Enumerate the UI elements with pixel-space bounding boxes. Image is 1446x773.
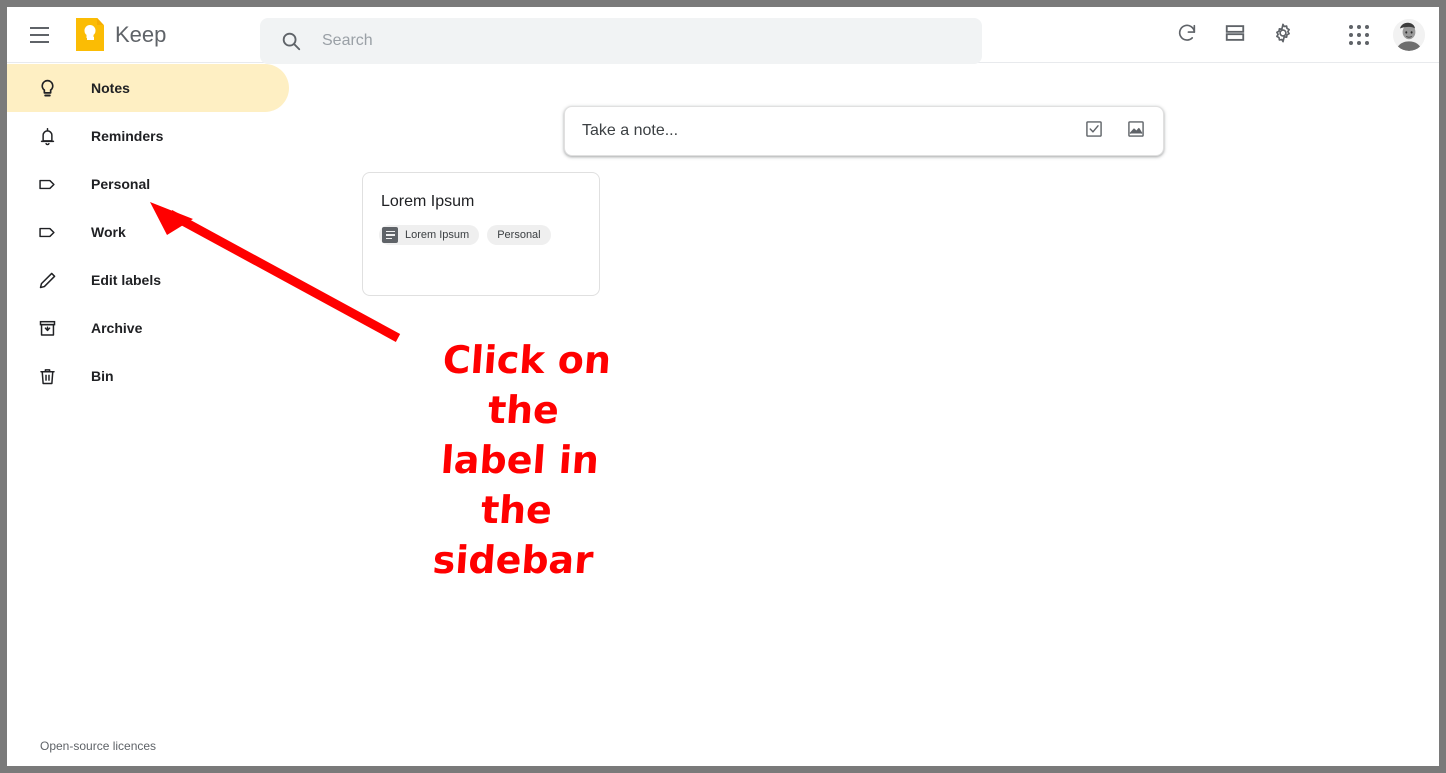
note-chip[interactable]: Personal (487, 225, 551, 245)
note-list-icon (382, 227, 398, 243)
note-chip-label: Personal (497, 229, 541, 241)
new-list-button[interactable] (1073, 110, 1115, 152)
avatar[interactable] (1393, 19, 1425, 51)
search-icon (280, 30, 302, 52)
sidebar-item-edit-labels[interactable]: Edit labels (7, 256, 289, 304)
image-icon (1126, 119, 1146, 144)
sidebar-item-notes[interactable]: Notes (7, 64, 289, 112)
annotation-line-2: label in the (439, 438, 601, 532)
apps-grid-icon (1349, 25, 1369, 45)
sidebar-item-work[interactable]: Work (7, 208, 289, 256)
take-a-note-bar[interactable]: Take a note... (564, 106, 1164, 156)
search-input[interactable] (322, 32, 982, 50)
checkbox-icon (1084, 119, 1104, 144)
apps-button[interactable] (1335, 11, 1383, 59)
bell-icon (35, 124, 59, 148)
sidebar-item-label: Reminders (91, 128, 164, 144)
hamburger-menu-icon[interactable] (15, 11, 63, 59)
trash-icon (35, 364, 59, 388)
app-window: Keep Search Notes Reminders Personal Wor… (7, 7, 1439, 766)
sidebar-item-label: Edit labels (91, 272, 162, 288)
label-tag-icon (35, 220, 59, 244)
lightbulb-icon (35, 76, 59, 100)
app-header: Keep (7, 7, 1439, 64)
sidebar-item-archive[interactable]: Archive (7, 304, 289, 352)
app-title: Keep (115, 21, 167, 47)
user-avatar-icon (1393, 19, 1425, 51)
annotation-line-1: Click on the (441, 338, 613, 432)
brand-logo-group[interactable]: Keep (76, 18, 166, 51)
sidebar-item-reminders[interactable]: Reminders (7, 112, 289, 160)
keep-logo-icon (76, 18, 104, 51)
header-actions (1163, 7, 1425, 63)
sidebar-item-label: Archive (91, 320, 143, 336)
list-view-button[interactable] (1211, 11, 1259, 59)
sidebar-item-label: Notes (91, 80, 130, 96)
settings-button[interactable] (1259, 11, 1307, 59)
take-a-note-input[interactable]: Take a note... (582, 122, 1073, 140)
note-chip-label: Lorem Ipsum (405, 229, 470, 241)
sidebar-item-label: Personal (91, 176, 151, 192)
open-source-licences-link[interactable]: Open-source licences (40, 739, 156, 753)
pencil-icon (35, 268, 59, 292)
label-tag-icon (35, 172, 59, 196)
list-view-icon (1224, 22, 1246, 49)
sidebar: Notes Reminders Personal Work Edit label… (7, 64, 289, 766)
note-card[interactable]: Lorem Ipsum Lorem Ipsum Personal (362, 172, 600, 296)
annotation-text: Click on the label in the sidebar (396, 335, 643, 585)
gear-icon (1272, 22, 1294, 49)
sidebar-item-personal[interactable]: Personal (7, 160, 289, 208)
search-bar[interactable] (260, 18, 982, 64)
refresh-icon (1176, 22, 1198, 49)
refresh-button[interactable] (1163, 11, 1211, 59)
sidebar-item-label: Bin (91, 368, 114, 384)
note-chip[interactable]: Lorem Ipsum (379, 225, 480, 245)
annotation-line-3: sidebar (431, 538, 595, 582)
sidebar-item-label: Work (91, 224, 126, 240)
note-title: Lorem Ipsum (381, 193, 475, 210)
archive-icon (35, 316, 59, 340)
note-chips: Lorem Ipsum Personal (379, 225, 599, 245)
sidebar-item-bin[interactable]: Bin (7, 352, 289, 400)
new-note-with-image-button[interactable] (1115, 110, 1157, 152)
